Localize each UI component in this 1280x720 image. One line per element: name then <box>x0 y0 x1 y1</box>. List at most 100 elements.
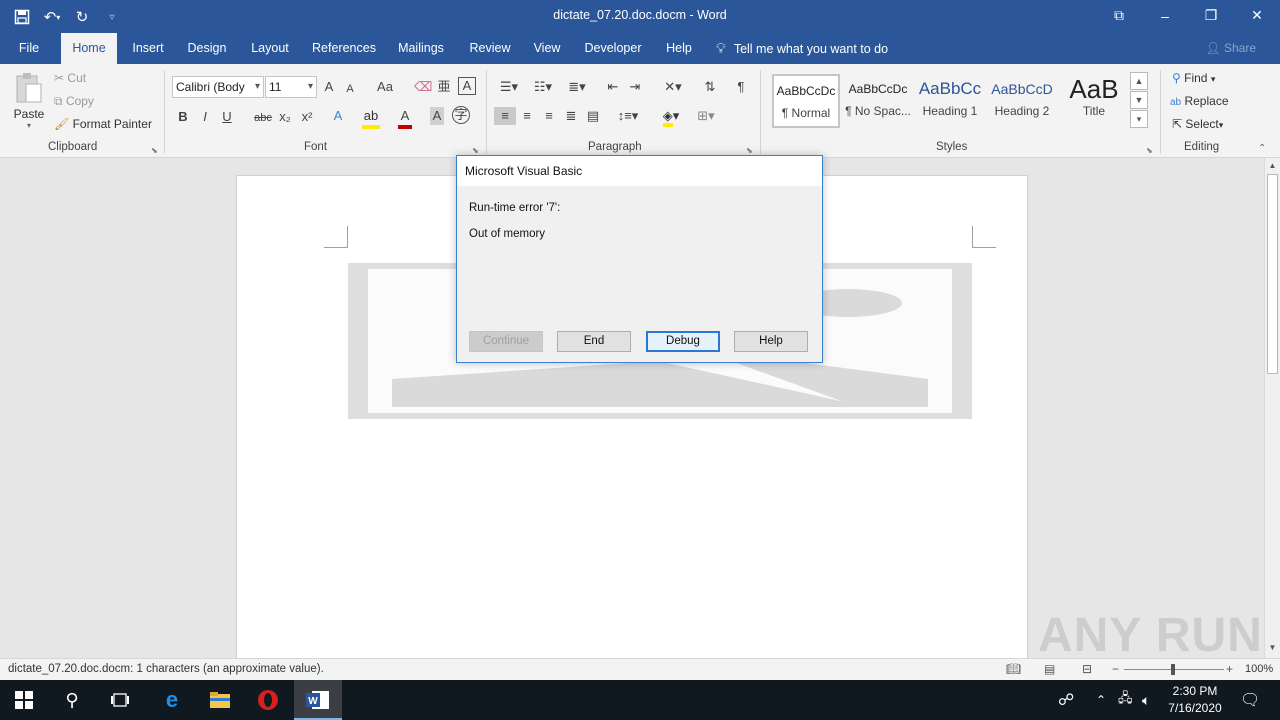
zoom-level[interactable]: 100% <box>1245 663 1273 675</box>
volume-icon[interactable]: 🔈︎ <box>1142 680 1150 720</box>
text-effects-icon[interactable]: A <box>330 107 346 125</box>
phonetic-guide-icon[interactable]: 亜 <box>436 78 452 96</box>
tab-home[interactable]: Home <box>61 33 117 64</box>
network-icon[interactable]: 🖧︎ <box>1118 680 1133 720</box>
underline-button[interactable]: U <box>220 108 234 126</box>
superscript-button[interactable]: x² <box>298 108 316 126</box>
bold-button[interactable]: B <box>176 108 190 126</box>
distributed-icon[interactable]: ▤ <box>582 107 604 125</box>
tab-review[interactable]: Review <box>464 33 516 64</box>
tell-me-box[interactable]: 💡︎ Tell me what you want to do <box>716 33 916 64</box>
align-center-icon[interactable]: ≡ <box>516 107 538 125</box>
print-layout-icon[interactable]: ▤ <box>1044 662 1055 676</box>
tab-view[interactable]: View <box>528 33 566 64</box>
dialog-title: Microsoft Visual Basic <box>457 156 822 186</box>
system-clock[interactable]: 2:30 PM 7/16/2020 <box>1160 683 1230 717</box>
character-shading-icon[interactable]: A <box>430 107 444 125</box>
find-button[interactable]: ⚲ Find ▾ <box>1172 71 1215 85</box>
asian-layout-icon[interactable]: ✕▾ <box>660 78 686 96</box>
align-right-icon[interactable]: ≡ <box>538 107 560 125</box>
justify-icon[interactable]: ≣ <box>560 107 582 125</box>
line-spacing-icon[interactable]: ↕≡▾ <box>614 107 642 125</box>
character-border-icon[interactable]: A <box>458 77 476 95</box>
help-button[interactable]: Help <box>734 331 808 352</box>
shading-icon[interactable]: ◈▾ <box>656 107 686 127</box>
web-layout-icon[interactable]: ⊟ <box>1082 662 1092 676</box>
share-button[interactable]: 👤︎ Share <box>1205 41 1256 55</box>
tab-developer[interactable]: Developer <box>580 33 646 64</box>
sort-icon[interactable]: ⇅ <box>700 78 720 96</box>
opera-browser-icon[interactable] <box>244 680 292 720</box>
change-case-icon[interactable]: Aa <box>372 78 398 96</box>
scroll-thumb[interactable] <box>1267 174 1278 374</box>
font-name-combo[interactable]: Calibri (Body ▾ <box>172 76 264 98</box>
show-hidden-icons-icon[interactable]: ⌃ <box>1096 680 1106 720</box>
clear-formatting-icon[interactable]: ⌫ <box>414 78 432 96</box>
chevron-down-icon: ▾ <box>1210 74 1216 84</box>
task-view-icon[interactable] <box>96 680 144 720</box>
font-size-value: 11 <box>269 80 282 94</box>
restore-button[interactable]: ❐ <box>1188 0 1234 31</box>
close-button[interactable]: ✕ <box>1234 0 1280 31</box>
tab-mailings[interactable]: Mailings <box>392 33 450 64</box>
tab-insert[interactable]: Insert <box>126 33 170 64</box>
scroll-up-icon[interactable]: ▲ <box>1267 160 1278 172</box>
search-icon[interactable]: ⚲ <box>48 680 96 720</box>
ribbon-display-options-icon[interactable]: ⧉ <box>1096 0 1142 31</box>
borders-icon[interactable]: ⊞▾ <box>692 107 720 125</box>
read-mode-icon[interactable]: 📖︎ <box>1006 662 1021 676</box>
scroll-down-icon[interactable]: ▼ <box>1267 642 1278 654</box>
font-color-icon[interactable]: A <box>398 107 412 129</box>
zoom-slider-thumb[interactable] <box>1171 664 1175 675</box>
gallery-down-icon[interactable]: ▼ <box>1130 91 1148 109</box>
style-no-spacing[interactable]: AaBbCcDc ¶ No Spac... <box>844 74 912 128</box>
tab-design[interactable]: Design <box>182 33 232 64</box>
vertical-scrollbar[interactable]: ▲ ▼ <box>1264 158 1280 658</box>
gallery-up-icon[interactable]: ▲ <box>1130 72 1148 90</box>
font-size-combo[interactable]: 11 ▾ <box>265 76 317 98</box>
people-icon[interactable]: ☍ <box>1058 680 1074 720</box>
file-explorer-icon[interactable] <box>196 680 244 720</box>
style-heading-2[interactable]: AaBbCcD Heading 2 <box>988 74 1056 128</box>
replace-button[interactable]: ab Replace <box>1170 94 1229 108</box>
subscript-button[interactable]: x₂ <box>276 108 294 126</box>
style-normal[interactable]: AaBbCcDc ¶ Normal <box>772 74 840 128</box>
highlight-icon[interactable]: ab <box>362 107 380 129</box>
copy-button[interactable]: ⧉ Copy <box>54 94 94 109</box>
edge-browser-icon[interactable]: e <box>148 680 196 720</box>
zoom-in-icon[interactable]: + <box>1226 662 1233 676</box>
clipboard-group-label: Clipboard <box>48 141 98 153</box>
tab-help[interactable]: Help <box>660 33 698 64</box>
paste-button[interactable]: Paste ▾ <box>10 70 48 138</box>
style-title[interactable]: AaB Title <box>1060 74 1128 128</box>
collapse-ribbon-icon[interactable]: ⌃ <box>1258 140 1266 158</box>
word-taskbar-icon[interactable]: W <box>294 680 342 720</box>
shrink-font-icon[interactable]: A <box>344 80 356 98</box>
zoom-out-icon[interactable]: − <box>1112 662 1119 676</box>
grow-font-icon[interactable]: A <box>322 78 336 96</box>
italic-button[interactable]: I <box>198 108 212 126</box>
word-count-status[interactable]: dictate_07.20.doc.docm: 1 characters (an… <box>8 663 324 675</box>
bullets-icon[interactable]: ☰▾ <box>496 78 522 96</box>
end-button[interactable]: End <box>557 331 631 352</box>
tab-references[interactable]: References <box>308 33 380 64</box>
align-left-icon[interactable]: ≡ <box>494 107 516 125</box>
minimize-button[interactable]: – <box>1142 0 1188 31</box>
numbering-icon[interactable]: ☷▾ <box>530 78 556 96</box>
debug-button[interactable]: Debug <box>646 331 720 352</box>
start-button[interactable] <box>0 680 48 720</box>
select-button[interactable]: ⇱ Select▾ <box>1172 117 1223 131</box>
enclose-characters-icon[interactable]: 字 <box>452 106 470 124</box>
notifications-icon[interactable]: 🗨︎ <box>1240 680 1260 720</box>
strikethrough-button[interactable]: abc <box>252 109 274 127</box>
decrease-indent-icon[interactable]: ⇤ <box>604 78 622 96</box>
style-heading-1[interactable]: AaBbCc Heading 1 <box>916 74 984 128</box>
increase-indent-icon[interactable]: ⇥ <box>626 78 644 96</box>
gallery-more-icon[interactable]: ▾ <box>1130 110 1148 128</box>
show-formatting-marks-icon[interactable]: ¶ <box>732 78 750 96</box>
tab-layout[interactable]: Layout <box>244 33 296 64</box>
multilevel-list-icon[interactable]: ≣▾ <box>564 78 590 96</box>
cut-button[interactable]: ✂ Cut <box>54 71 86 85</box>
tab-file[interactable]: File <box>10 33 48 64</box>
format-painter-button[interactable]: 🖌︎ Format Painter <box>54 117 152 131</box>
